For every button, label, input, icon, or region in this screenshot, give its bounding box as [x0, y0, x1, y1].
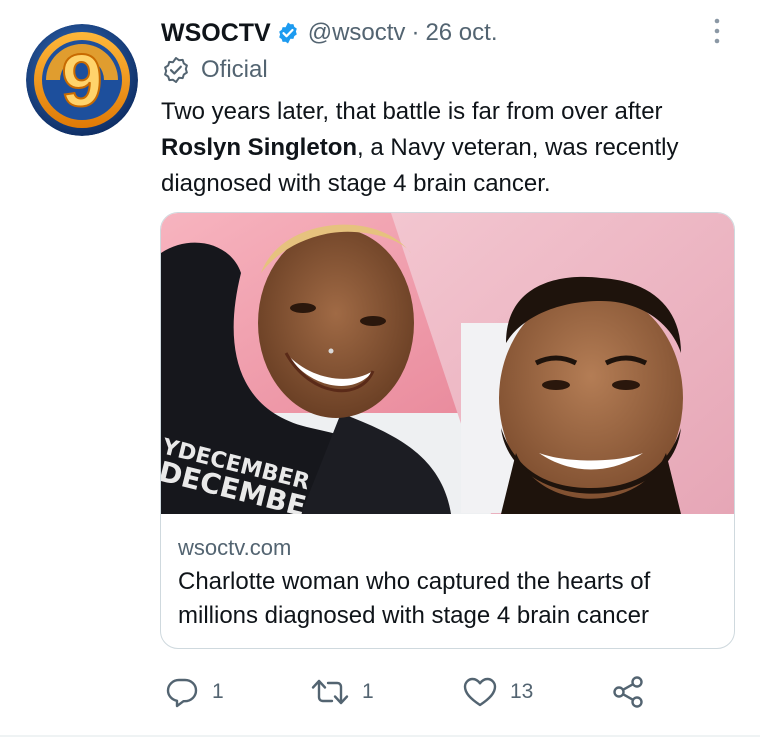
retweet-button[interactable]: 1: [310, 672, 374, 712]
card-title: Charlotte woman who captured the hearts …: [178, 568, 651, 629]
wsoc-logo: 9: [26, 24, 138, 136]
like-button[interactable]: 13: [462, 672, 533, 712]
verified-badge-icon: [276, 21, 300, 45]
tweet-text-part1: Two years later, that battle is far from…: [161, 98, 663, 125]
reply-icon: [164, 674, 200, 710]
header-separator: ·: [411, 19, 420, 46]
tweet[interactable]: 9 WSOCTV @wsoctv · 26 oct. Oficial Two y…: [0, 0, 760, 737]
more-vertical-icon[interactable]: [705, 16, 729, 46]
official-label-text: Oficial: [201, 56, 268, 83]
tweet-text-bold: Roslyn Singleton: [161, 134, 358, 161]
action-bar: 1 1 13: [160, 672, 660, 712]
author-name[interactable]: WSOCTV: [161, 19, 271, 48]
official-badge-icon: [161, 55, 191, 85]
card-image[interactable]: YDECEMBER DECEMBE: [161, 213, 734, 523]
card-meta[interactable]: wsoctv.com Charlotte woman who captured …: [161, 514, 734, 648]
tweet-text: Two years later, that battle is far from…: [161, 94, 746, 202]
avatar[interactable]: 9: [26, 24, 138, 136]
retweet-icon: [310, 674, 350, 710]
like-count: 13: [510, 680, 534, 703]
avatar-numeral: 9: [61, 39, 102, 122]
reply-count: 1: [212, 680, 224, 703]
card-domain: wsoctv.com: [178, 535, 292, 560]
official-label: Oficial: [161, 54, 268, 86]
heart-icon: [462, 674, 498, 710]
retweet-count: 1: [362, 680, 374, 703]
author-handle[interactable]: @wsoctv: [308, 19, 406, 47]
tweet-date[interactable]: 26 oct.: [425, 19, 497, 47]
link-card[interactable]: YDECEMBER DECEMBE wsoctv.com Charlotte w…: [160, 212, 735, 649]
share-icon: [610, 674, 646, 710]
tweet-header: WSOCTV @wsoctv · 26 oct.: [161, 16, 497, 50]
share-button[interactable]: [610, 672, 646, 712]
reply-button[interactable]: 1: [164, 672, 224, 712]
